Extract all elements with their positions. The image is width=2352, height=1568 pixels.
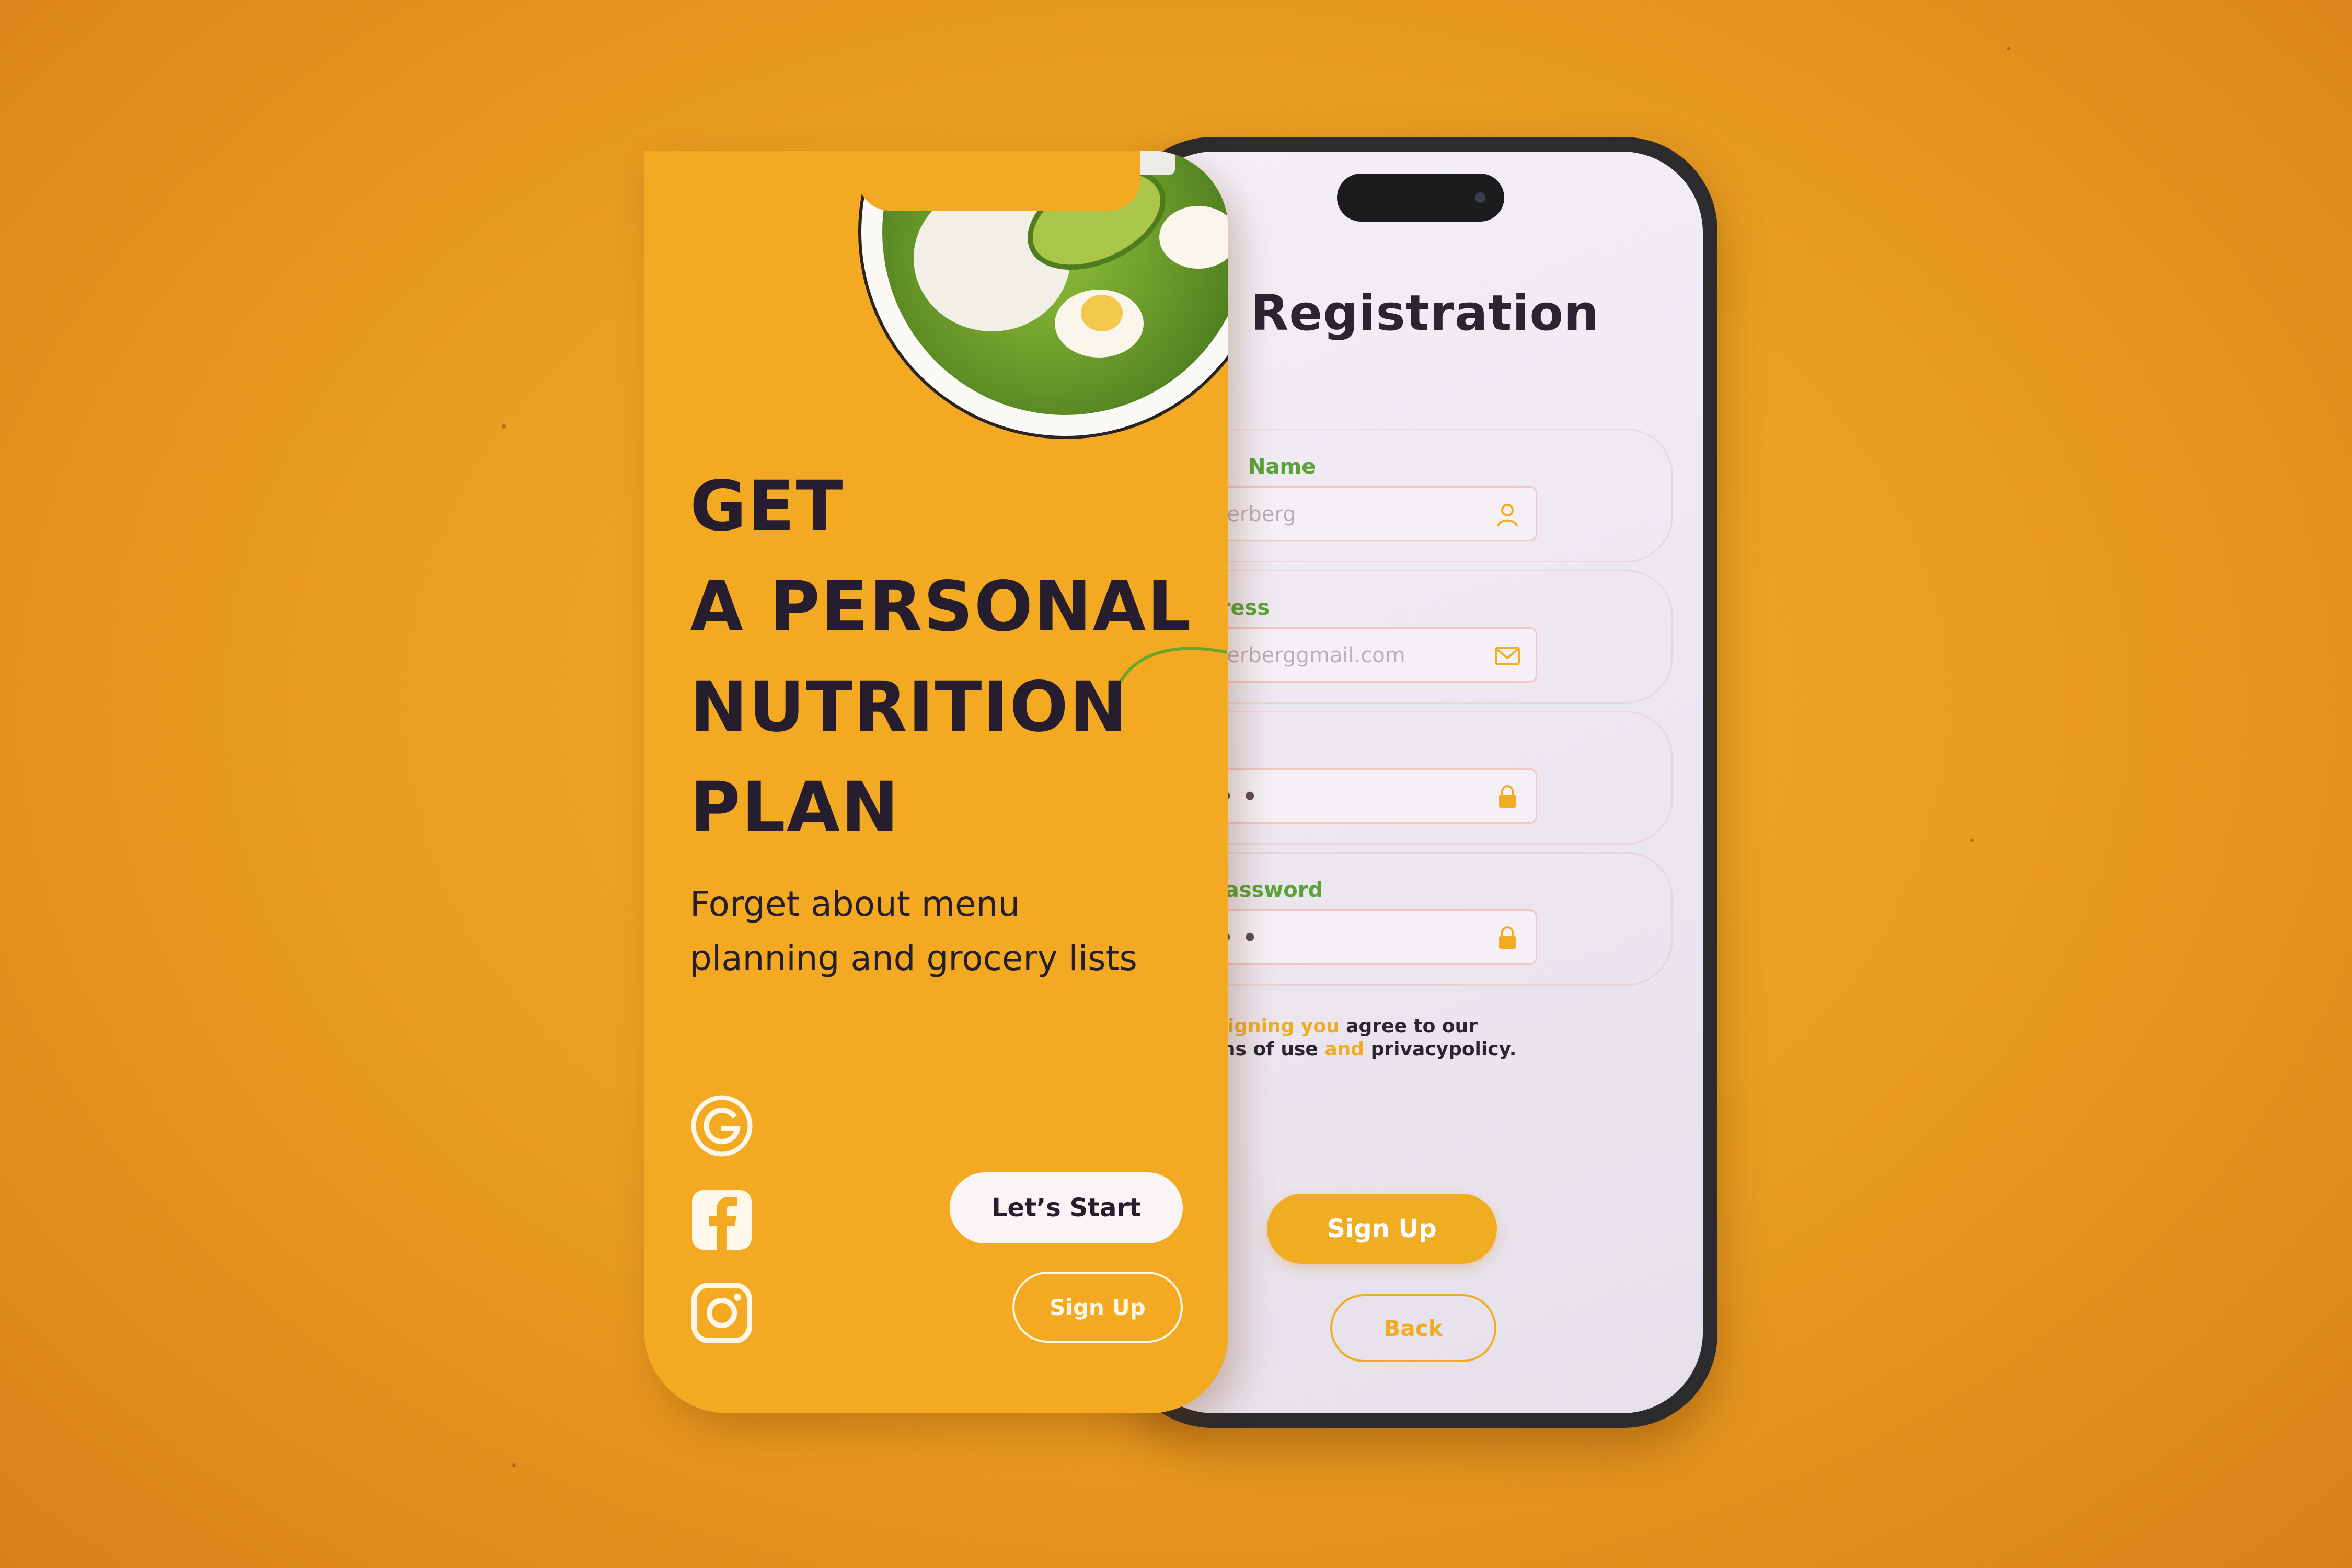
google-icon[interactable]: [690, 1094, 754, 1158]
hero-subtitle-line: Forget about menu: [690, 884, 1020, 924]
hero-subtitle: Forget about menu planning and grocery l…: [690, 877, 1202, 986]
egg-yolk: [1081, 295, 1123, 331]
egg-slice: [1159, 206, 1228, 269]
page-title: Registration: [1251, 285, 1599, 342]
terms-part: agree to our: [1346, 1016, 1478, 1037]
hero-title: GET A PERSONAL NUTRITION PLAN: [690, 456, 1213, 858]
hero-title-line: PLAN: [690, 767, 900, 848]
back-button[interactable]: Back: [1330, 1294, 1496, 1362]
terms-accent: and: [1324, 1039, 1365, 1060]
name-label: Name: [1248, 455, 1316, 479]
sign-up-button[interactable]: Sign Up: [1267, 1194, 1497, 1264]
background-speck: [512, 1463, 516, 1467]
hero-title-line: NUTRITION: [690, 667, 1128, 747]
lock-icon: [1499, 926, 1516, 949]
sign-up-button[interactable]: Sign Up: [1012, 1272, 1183, 1343]
lets-start-button[interactable]: Let’s Start: [950, 1172, 1183, 1243]
lock-icon: [1499, 785, 1516, 808]
dynamic-island: [1337, 174, 1504, 222]
hero-title-line: GET: [690, 466, 844, 547]
welcome-screen: GET A PERSONAL NUTRITION PLAN Forget abo…: [644, 151, 1228, 1413]
terms-text: By signing you agree to our Terms of use…: [1183, 1015, 1516, 1061]
card-notch: [858, 151, 1140, 211]
instagram-icon[interactable]: [690, 1281, 754, 1345]
background-speck: [1970, 839, 1974, 842]
camera-icon: [1475, 192, 1485, 203]
privacy-policy-link[interactable]: privacypolicy.: [1371, 1039, 1517, 1060]
background-speck: [2007, 47, 2010, 50]
mail-icon: [1495, 647, 1520, 665]
background-speck: [502, 424, 506, 429]
user-icon: [1497, 504, 1518, 527]
hero-subtitle-line: planning and grocery lists: [690, 938, 1137, 978]
card-top-edge: [644, 151, 863, 182]
hero-title-line: A PERSONAL: [690, 567, 1192, 647]
facebook-icon[interactable]: [690, 1188, 754, 1252]
cheese-cube: [1175, 151, 1222, 154]
